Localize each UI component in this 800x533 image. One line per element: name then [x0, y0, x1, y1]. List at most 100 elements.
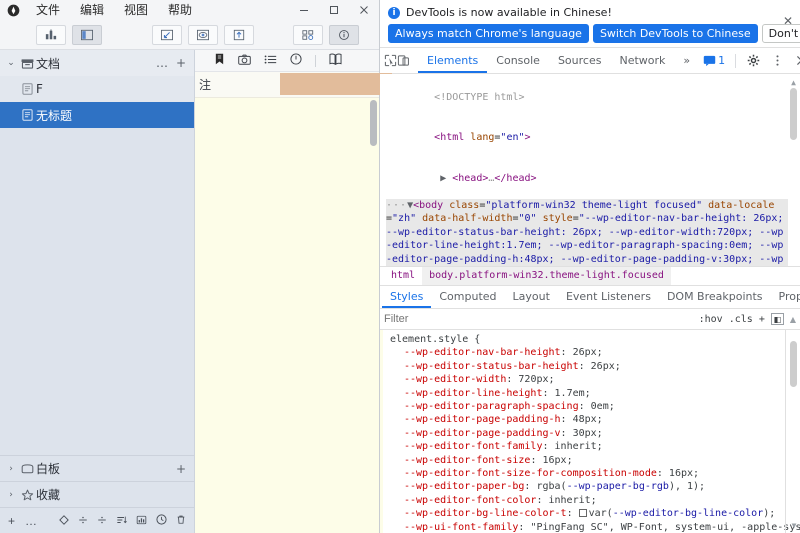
minimize-icon[interactable]: [289, 0, 319, 20]
tab-console[interactable]: Console: [487, 48, 549, 73]
style-rule-selector[interactable]: element.style {: [384, 333, 800, 346]
menu-item-edit[interactable]: 编辑: [70, 1, 114, 19]
styles-pane[interactable]: element.style { --wp-editor-nav-bar-heig…: [380, 330, 800, 533]
export-icon[interactable]: [224, 25, 254, 45]
sidebar-item-f[interactable]: F: [0, 76, 194, 102]
style-declaration[interactable]: --wp-editor-page-padding-h: 48px;: [384, 413, 800, 426]
document-scroll-thumb[interactable]: [370, 100, 377, 146]
close-icon[interactable]: [790, 50, 800, 72]
clock-icon[interactable]: [156, 514, 167, 528]
tab-computed[interactable]: Computed: [431, 286, 504, 308]
scroll-up-icon[interactable]: ▲: [790, 315, 796, 324]
list-icon[interactable]: [264, 54, 277, 68]
close-icon[interactable]: [349, 0, 379, 20]
style-declaration[interactable]: --wp-editor-font-color: inherit;: [384, 494, 800, 507]
dom-tree[interactable]: <!DOCTYPE html> <html lang="en"> ▶ <head…: [380, 74, 800, 266]
more-vertical-icon[interactable]: [766, 50, 788, 72]
style-declaration[interactable]: --wp-editor-font-size: 16px;: [384, 454, 800, 467]
chevron-down-icon[interactable]: ⌄: [4, 58, 18, 68]
dom-scroll-thumb[interactable]: [790, 88, 797, 140]
add-document-icon[interactable]: +: [176, 56, 186, 70]
tab-elements[interactable]: Elements: [418, 48, 487, 73]
tab-styles[interactable]: Styles: [382, 286, 431, 308]
chevron-right-icon[interactable]: ›: [4, 464, 18, 474]
tab-layout[interactable]: Layout: [505, 286, 558, 308]
bookmark-icon[interactable]: [214, 53, 225, 68]
styles-scrollbar[interactable]: ▼: [789, 331, 799, 532]
tab-event-listeners[interactable]: Event Listeners: [558, 286, 659, 308]
trash-icon[interactable]: [176, 514, 186, 528]
clock-icon[interactable]: [290, 53, 302, 68]
divide-icon[interactable]: [78, 514, 88, 528]
device-toolbar-icon[interactable]: [397, 50, 410, 72]
new-style-rule-button[interactable]: +: [759, 314, 765, 325]
scroll-down-icon[interactable]: ▼: [789, 519, 799, 532]
breadcrumb-item-html[interactable]: html: [384, 267, 422, 285]
breadcrumb-item-body[interactable]: body.platform-win32.theme-light.focused: [422, 267, 671, 285]
document-scrollbar[interactable]: [371, 98, 378, 533]
style-declaration[interactable]: --wp-editor-paper-bg: rgba(--wp-paper-bg…: [384, 480, 800, 493]
dom-line-doctype[interactable]: <!DOCTYPE html>: [386, 77, 788, 118]
tab-network[interactable]: Network: [610, 48, 674, 73]
color-swatch[interactable]: [579, 509, 587, 517]
sidebar-toggle-icon[interactable]: [72, 25, 102, 45]
style-declaration[interactable]: --wp-editor-line-height: 1.7em;: [384, 387, 800, 400]
book-icon[interactable]: [329, 53, 342, 68]
issues-badge[interactable]: 1: [699, 54, 729, 67]
sidebar-item-documents[interactable]: ⌄ 文档 … +: [0, 50, 194, 76]
banner-close-icon[interactable]: ✕: [783, 14, 793, 28]
divide-alt-icon[interactable]: [97, 514, 107, 528]
style-declaration[interactable]: --wp-editor-page-padding-v: 30px;: [384, 427, 800, 440]
more-options-icon[interactable]: …: [156, 56, 168, 70]
settings-gear-icon[interactable]: [742, 50, 764, 72]
style-declaration[interactable]: --wp-editor-paragraph-spacing: 0em;: [384, 400, 800, 413]
dom-line-html[interactable]: <html lang="en">: [386, 118, 788, 159]
maximize-icon[interactable]: [319, 0, 349, 20]
grid-layout-icon[interactable]: [293, 25, 323, 45]
tab-properties[interactable]: Properties: [771, 286, 800, 308]
preview-icon[interactable]: [188, 25, 218, 45]
diamond-icon[interactable]: [59, 514, 69, 528]
chevron-right-icon[interactable]: ›: [4, 490, 18, 500]
info-icon[interactable]: [329, 25, 359, 45]
menu-item-file[interactable]: 文件: [26, 1, 70, 19]
document-canvas[interactable]: [195, 98, 379, 533]
stats-icon[interactable]: [36, 25, 66, 45]
computed-sidebar-toggle-icon[interactable]: ◧: [771, 313, 784, 325]
filter-input[interactable]: [384, 313, 693, 325]
style-declaration[interactable]: --wp-editor-font-size-for-composition-mo…: [384, 467, 800, 480]
add-icon[interactable]: +: [8, 514, 15, 528]
sidebar-section-whiteboard[interactable]: › 白板 +: [0, 455, 194, 481]
always-match-language-button[interactable]: Always match Chrome's language: [388, 24, 589, 43]
menu-item-view[interactable]: 视图: [114, 1, 158, 19]
add-whiteboard-icon[interactable]: +: [176, 462, 186, 476]
chart-icon[interactable]: [136, 514, 147, 528]
dont-show-again-button[interactable]: Don't show again: [762, 24, 800, 43]
tab-sources[interactable]: Sources: [549, 48, 611, 73]
inspect-icon[interactable]: [384, 50, 397, 72]
style-declaration[interactable]: --wp-editor-width: 720px;: [384, 373, 800, 386]
menu-item-help[interactable]: 帮助: [158, 1, 202, 19]
dom-line-head[interactable]: ▶ <head>…</head>: [386, 158, 788, 199]
style-declaration[interactable]: --wp-editor-status-bar-height: 26px;: [384, 360, 800, 373]
sidebar-section-favorites[interactable]: › 收藏: [0, 481, 194, 507]
styles-scroll-thumb[interactable]: [790, 341, 797, 387]
tab-overflow-button[interactable]: »: [674, 48, 699, 73]
tab-dom-breakpoints[interactable]: DOM Breakpoints: [659, 286, 771, 308]
style-declaration[interactable]: --wp-ui-font-family: "PingFang SC", WP-F…: [384, 521, 800, 533]
style-declaration[interactable]: --wp-editor-font-family: inherit;: [384, 440, 800, 453]
document-title-bar[interactable]: 注: [195, 72, 379, 98]
switch-to-chinese-button[interactable]: Switch DevTools to Chinese: [593, 24, 758, 43]
sidebar-item-untitled[interactable]: 无标题: [0, 102, 194, 128]
style-declaration[interactable]: --wp-editor-nav-bar-height: 26px;: [384, 346, 800, 359]
camera-icon[interactable]: [238, 54, 251, 68]
cls-toggle[interactable]: .cls: [729, 314, 753, 325]
sort-icon[interactable]: [116, 514, 127, 528]
more-icon[interactable]: …: [25, 514, 37, 528]
document-icon: [18, 83, 36, 95]
fullscreen-icon[interactable]: [152, 25, 182, 45]
dom-tree-scrollbar[interactable]: ▲: [789, 76, 798, 264]
style-declaration[interactable]: --wp-editor-bg-line-color-t: var(--wp-ed…: [384, 507, 800, 520]
dom-line-body-selected[interactable]: ···▼<body class="platform-win32 theme-li…: [386, 199, 788, 267]
hov-toggle[interactable]: :hov: [699, 314, 723, 325]
